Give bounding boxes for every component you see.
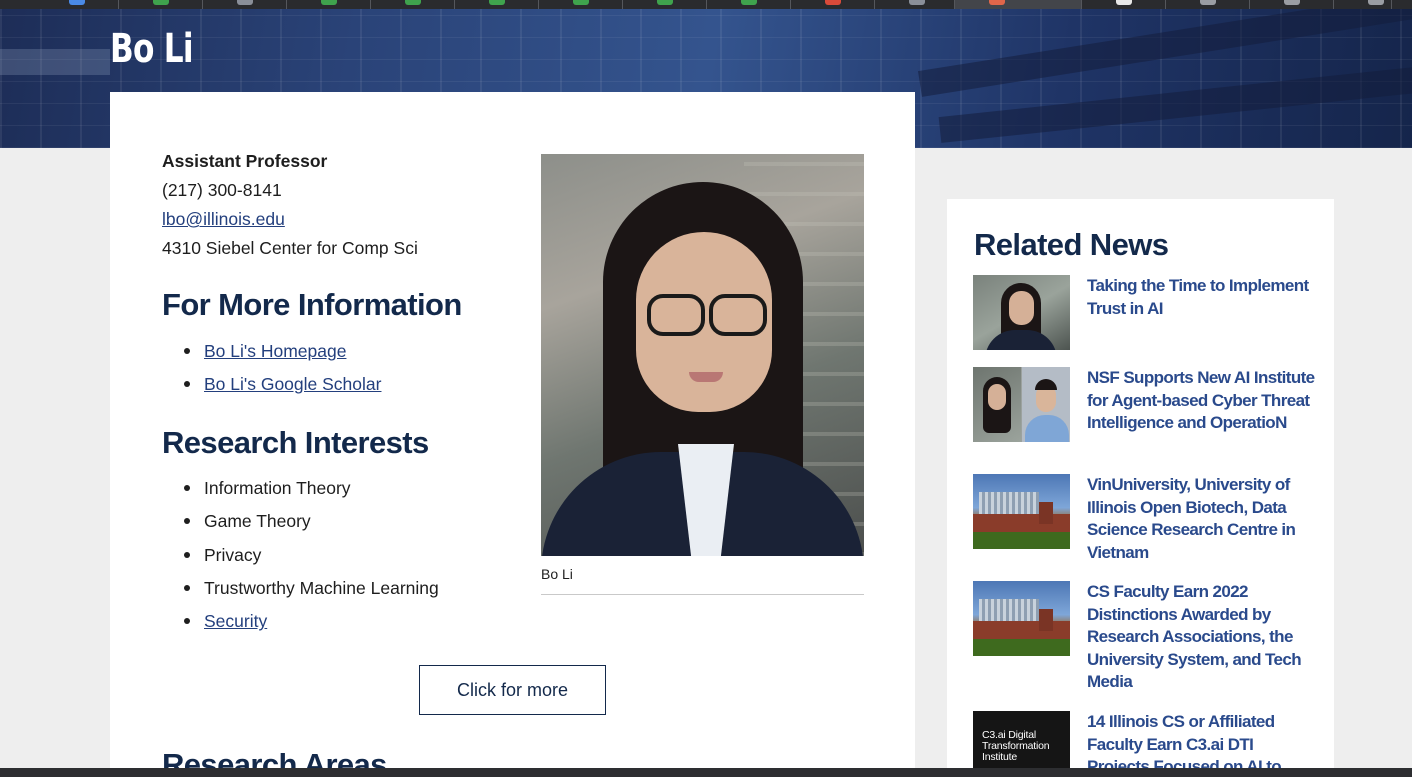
window-bottom-edge bbox=[0, 768, 1412, 777]
news-title-link[interactable]: Taking the Time to Implement Trust in AI bbox=[1087, 275, 1315, 320]
browser-tab[interactable] bbox=[203, 0, 287, 9]
browser-tab[interactable] bbox=[1334, 0, 1392, 9]
browser-tab[interactable] bbox=[1250, 0, 1334, 9]
list-item: Privacy bbox=[162, 542, 439, 575]
browser-tab[interactable] bbox=[707, 0, 791, 9]
browser-tab[interactable] bbox=[35, 0, 119, 9]
page-title: Bo Li bbox=[110, 26, 194, 72]
news-title-link[interactable]: CS Faculty Earn 2022 Distinctions Awarde… bbox=[1087, 581, 1315, 694]
research-interests-list: Information Theory Game Theory Privacy T… bbox=[162, 475, 439, 641]
profile-card: Assistant Professor (217) 300-8141 lbo@i… bbox=[110, 92, 915, 777]
more-info-list: Bo Li's Homepage Bo Li's Google Scholar bbox=[162, 338, 381, 405]
browser-tab[interactable] bbox=[1166, 0, 1250, 9]
security-link[interactable]: Security bbox=[204, 611, 267, 631]
news-thumbnail[interactable]: C3.ai Digital Transformation Institute bbox=[973, 711, 1070, 768]
browser-tab-active[interactable] bbox=[955, 0, 1082, 9]
browser-tab[interactable] bbox=[371, 0, 455, 9]
browser-tab[interactable] bbox=[455, 0, 539, 9]
contact-info: Assistant Professor (217) 300-8141 lbo@i… bbox=[162, 147, 418, 263]
thumbnail-logo-text: C3.ai Digital Transformation Institute bbox=[982, 729, 1050, 763]
click-for-more-button[interactable]: Click for more bbox=[419, 665, 606, 715]
phone-number: (217) 300-8141 bbox=[162, 180, 282, 200]
browser-tab-strip bbox=[0, 0, 1412, 9]
homepage-link[interactable]: Bo Li's Homepage bbox=[204, 341, 346, 361]
news-thumbnail[interactable] bbox=[973, 474, 1070, 549]
photo-caption: Bo Li bbox=[541, 566, 573, 582]
list-item: Game Theory bbox=[162, 508, 439, 541]
browser-tab[interactable] bbox=[623, 0, 707, 9]
news-title-link[interactable]: 14 Illinois CS or Affiliated Faculty Ear… bbox=[1087, 711, 1315, 768]
email-link[interactable]: lbo@illinois.edu bbox=[162, 209, 285, 229]
browser-tab[interactable] bbox=[1082, 0, 1166, 9]
job-title: Assistant Professor bbox=[162, 151, 328, 171]
browser-tab[interactable] bbox=[539, 0, 623, 9]
news-title-link[interactable]: VinUniversity, University of Illinois Op… bbox=[1087, 474, 1315, 564]
related-news-card: Related News Taking the Time to Implemen… bbox=[947, 199, 1334, 768]
list-item: Trustworthy Machine Learning bbox=[162, 575, 439, 608]
browser-tab[interactable] bbox=[875, 0, 955, 9]
browser-tab[interactable] bbox=[119, 0, 203, 9]
more-info-heading: For More Information bbox=[162, 287, 462, 322]
news-thumbnail[interactable] bbox=[973, 275, 1070, 350]
list-item: Information Theory bbox=[162, 475, 439, 508]
list-item: Security bbox=[162, 608, 439, 641]
related-news-heading: Related News bbox=[974, 227, 1169, 262]
divider bbox=[541, 594, 864, 595]
list-item: Bo Li's Google Scholar bbox=[162, 371, 381, 404]
news-thumbnail[interactable] bbox=[973, 581, 1070, 656]
office-location: 4310 Siebel Center for Comp Sci bbox=[162, 238, 418, 258]
list-item: Bo Li's Homepage bbox=[162, 338, 381, 371]
research-interests-heading: Research Interests bbox=[162, 425, 429, 460]
browser-tab[interactable] bbox=[791, 0, 875, 9]
google-scholar-link[interactable]: Bo Li's Google Scholar bbox=[204, 374, 381, 394]
profile-photo bbox=[541, 154, 864, 556]
news-title-link[interactable]: NSF Supports New AI Institute for Agent-… bbox=[1087, 367, 1315, 435]
news-thumbnail[interactable] bbox=[973, 367, 1070, 442]
browser-tab[interactable] bbox=[287, 0, 371, 9]
